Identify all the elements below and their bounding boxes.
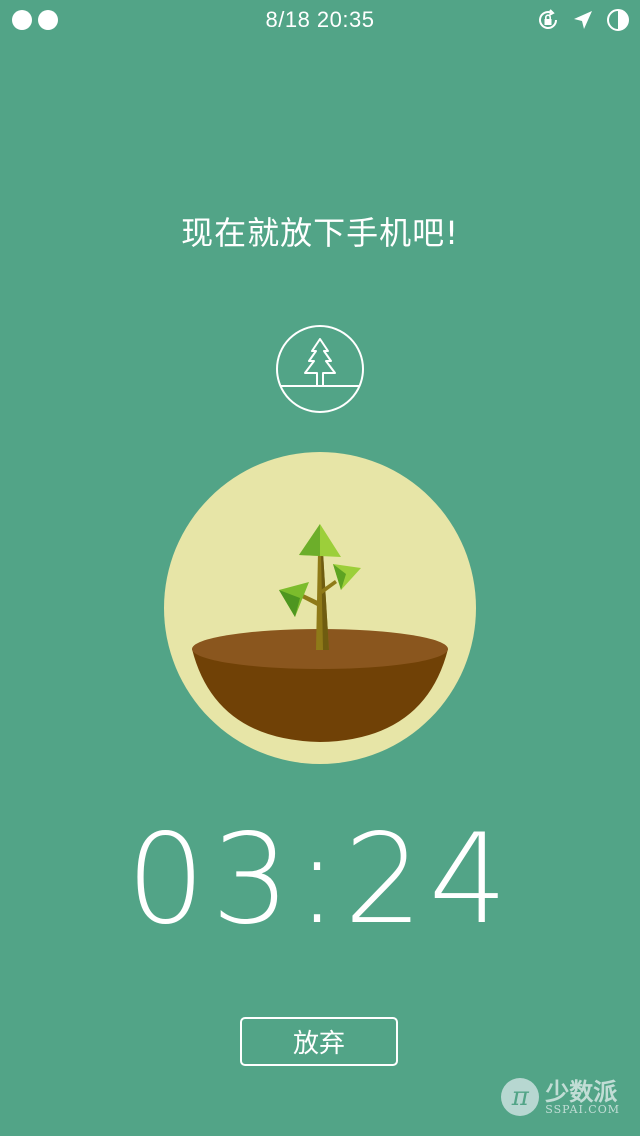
- watermark-logo: π: [501, 1078, 540, 1116]
- app-screen: 8/18 20:35 现在就放下手机吧! 03:24 放弃 π 少数派 SSPA…: [0, 0, 640, 1136]
- headline: 现在就放下手机吧!: [181, 214, 459, 252]
- countdown-timer: 03:24: [0, 818, 640, 942]
- status-icons: [536, 8, 630, 32]
- watermark-title: 少数派: [545, 1077, 618, 1106]
- timer-minutes: 03: [126, 808, 297, 952]
- location-arrow-icon: [572, 9, 594, 31]
- watermark-text: 少数派 SSPAI.COM: [545, 1080, 620, 1115]
- tree-icon: [276, 325, 364, 413]
- watermark-subtitle: SSPAI.COM: [545, 1102, 620, 1116]
- rotation-lock-icon: [536, 8, 560, 32]
- watermark: π 少数派 SSPAI.COM: [501, 1078, 620, 1116]
- status-bar: 8/18 20:35: [0, 0, 640, 40]
- half-circle-icon: [606, 8, 630, 32]
- timer-seconds: 24: [343, 808, 514, 952]
- sapling-illustration: [163, 452, 477, 764]
- give-up-button[interactable]: 放弃: [240, 1017, 398, 1066]
- timer-separator: :: [296, 808, 344, 952]
- tree-mode-button[interactable]: [275, 324, 365, 414]
